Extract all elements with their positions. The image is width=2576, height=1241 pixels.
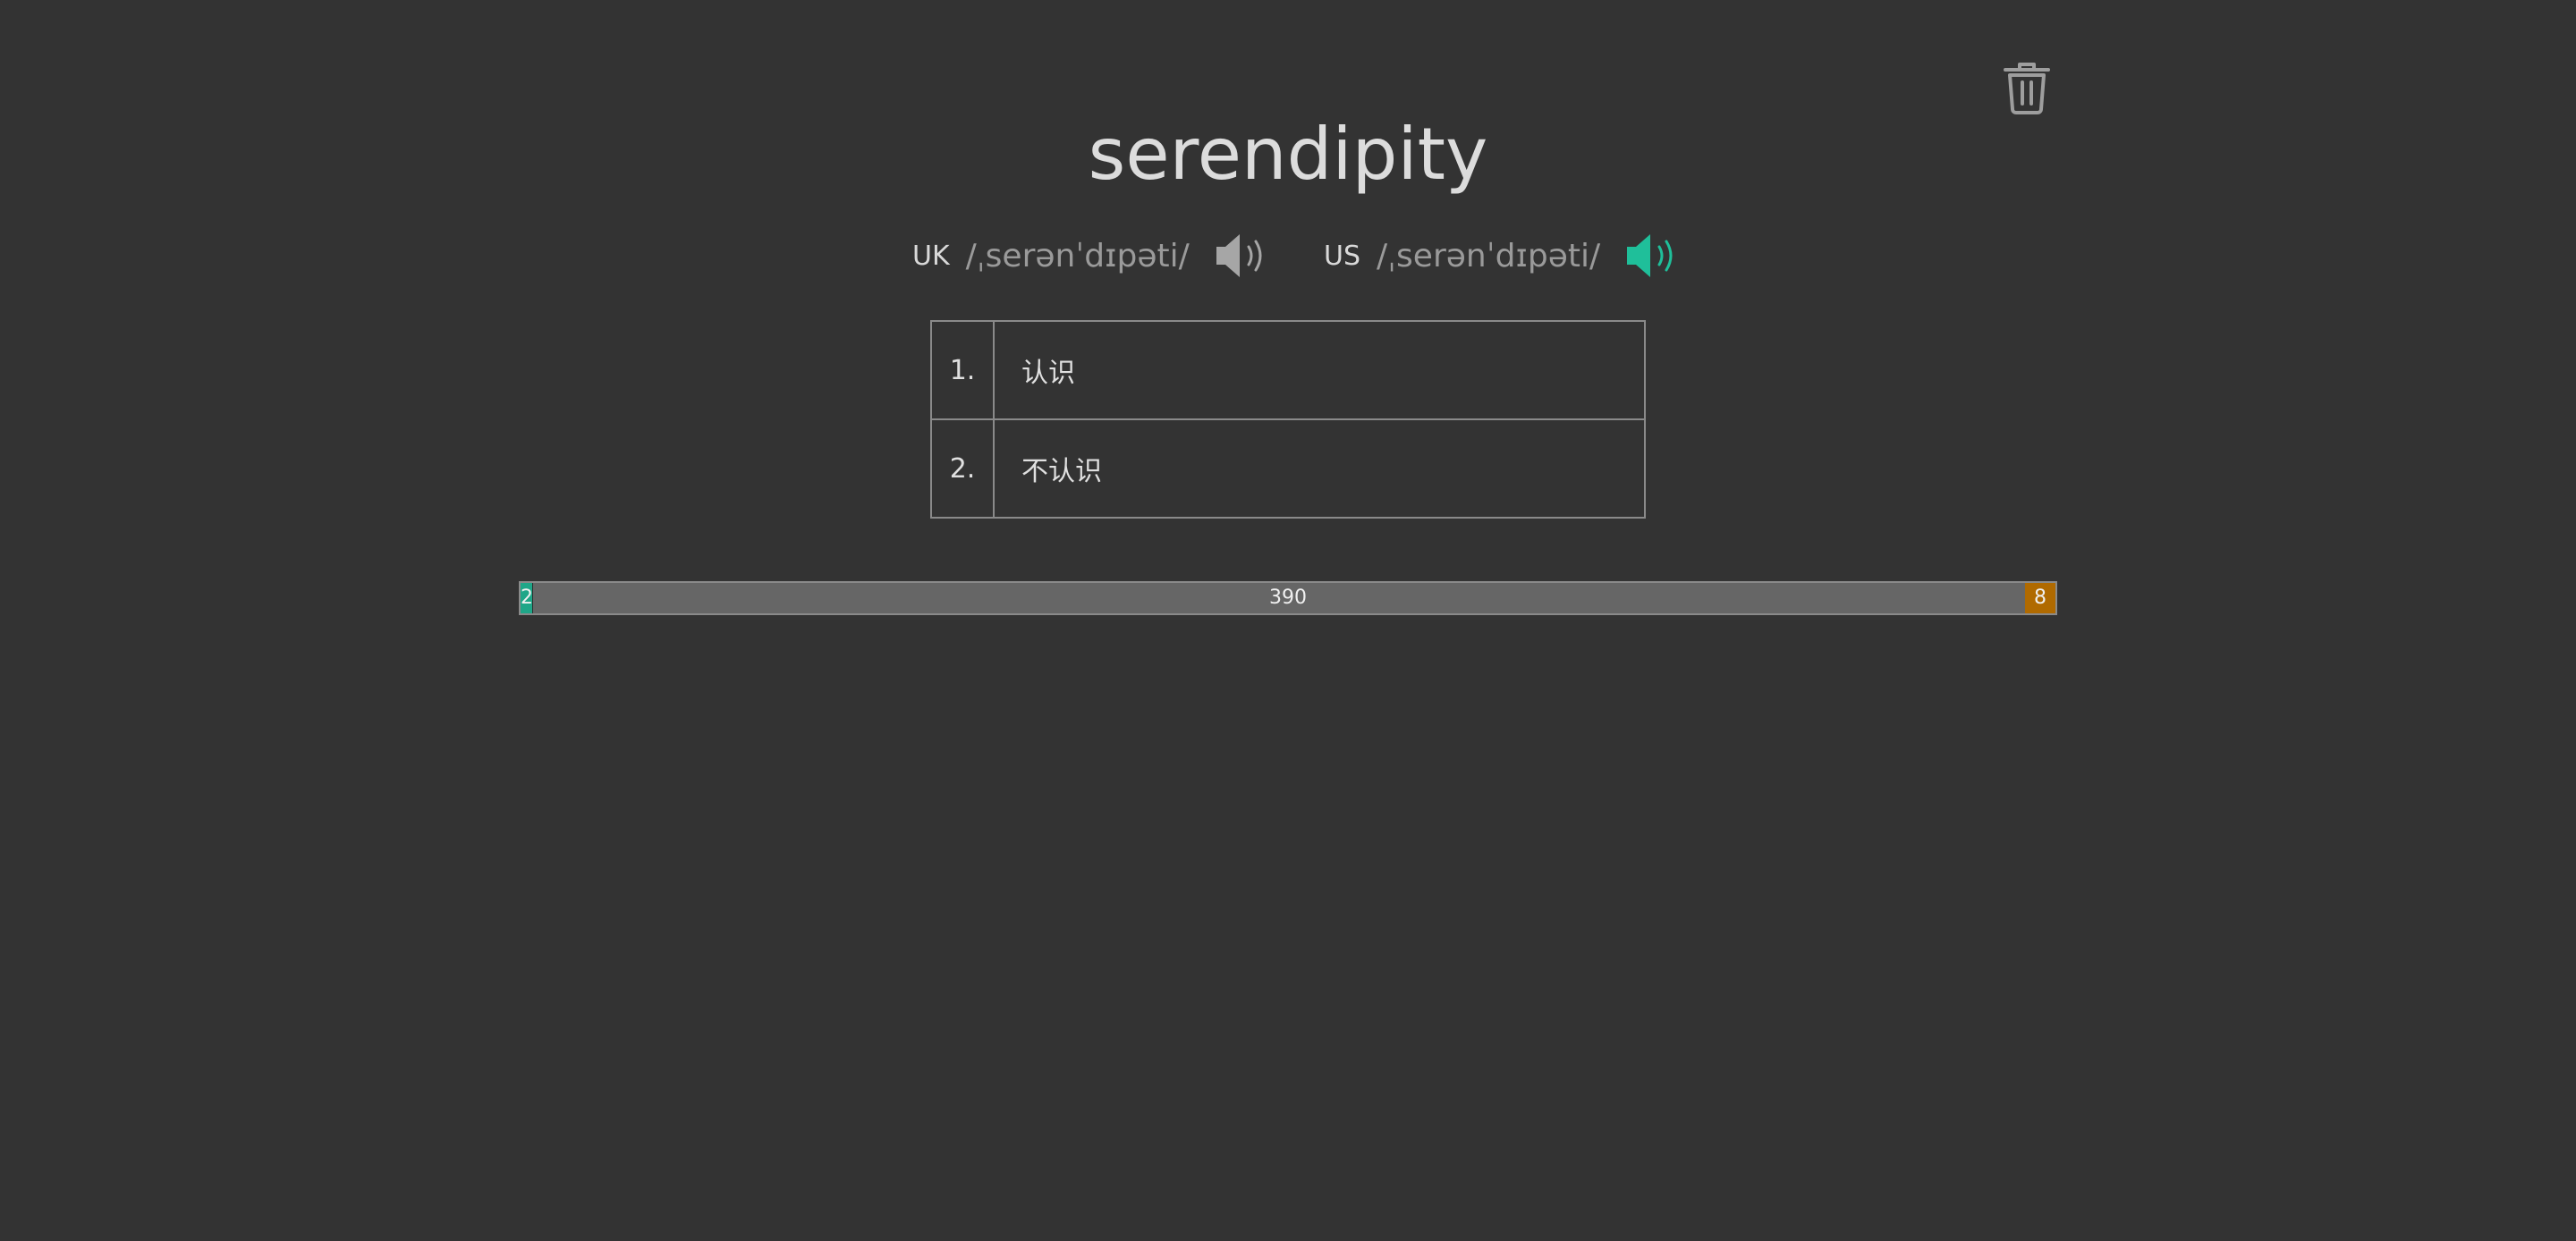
pronunciation-uk: UK /ˌserənˈdɪpəti/ <box>912 227 1268 284</box>
definition-number: 1. <box>930 320 995 420</box>
definition-text: 认识 <box>993 320 1646 420</box>
progress-known-count: 2 <box>521 587 533 609</box>
definition-list: 1. 认识 2. 不认识 <box>930 320 1646 519</box>
word-title: serendipity <box>1088 113 1488 196</box>
progress-remaining-count: 390 <box>1269 587 1307 609</box>
definition-number: 2. <box>930 418 995 519</box>
ipa-us: /ˌserənˈdɪpəti/ <box>1377 237 1601 274</box>
region-label-uk: UK <box>912 240 950 272</box>
definition-text: 不认识 <box>993 418 1646 519</box>
progress-bar[interactable]: 390 2 8 <box>519 581 2057 615</box>
definition-option[interactable]: 1. 认识 <box>930 320 1646 420</box>
speaker-icon[interactable] <box>1623 231 1679 281</box>
word-card-screen: serendipity UK /ˌserənˈdɪpəti/ US /ˌserə… <box>0 0 2576 1241</box>
speaker-icon[interactable] <box>1213 231 1268 281</box>
progress-unknown-count: 8 <box>2034 587 2046 609</box>
pronunciation-us: US /ˌserənˈdɪpəti/ <box>1324 227 1679 284</box>
ipa-uk: /ˌserənˈdɪpəti/ <box>965 237 1190 274</box>
region-label-us: US <box>1324 240 1361 272</box>
definition-option[interactable]: 2. 不认识 <box>930 418 1646 519</box>
